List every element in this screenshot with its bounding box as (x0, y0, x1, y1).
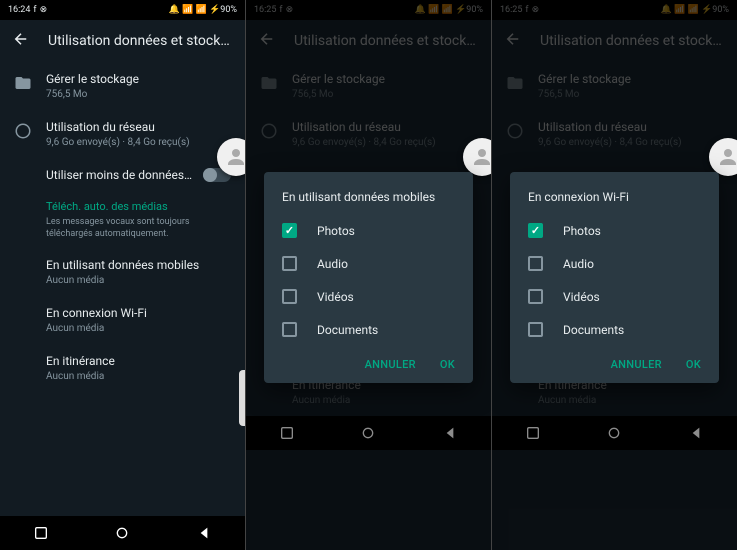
back-icon[interactable] (12, 30, 30, 52)
phone-screen-3: 16:25 f ⊗ 🔔 📶 📶 ⚡90% Utilisation données… (492, 0, 737, 550)
cancel-button[interactable]: ANNULER (611, 358, 662, 371)
check-label: Photos (317, 224, 355, 238)
folder-icon (14, 74, 32, 92)
section-title: Téléch. auto. des médias (0, 192, 245, 217)
option-audio[interactable]: Audio (510, 247, 719, 280)
option-videos[interactable]: Vidéos (510, 280, 719, 313)
check-label: Vidéos (563, 290, 600, 304)
recent-button[interactable] (30, 522, 52, 544)
android-navbar (0, 516, 245, 550)
edge-tab[interactable] (239, 370, 245, 426)
check-label: Audio (563, 257, 594, 271)
status-extra-icon: ⊗ (40, 5, 48, 15)
row-title: Utiliser moins de données… (46, 168, 192, 182)
ok-button[interactable]: OK (686, 358, 701, 371)
row-sub: Aucun média (46, 323, 231, 334)
check-label: Photos (563, 224, 601, 238)
checkbox[interactable] (282, 223, 297, 238)
row-title: En connexion Wi-Fi (46, 306, 231, 320)
check-label: Audio (317, 257, 348, 271)
manage-storage-row[interactable]: Gérer le stockage 756,5 Mo (0, 62, 245, 110)
checkbox[interactable] (282, 256, 297, 271)
phone-screen-2: 16:25 f ⊗ 🔔 📶 📶 ⚡90% Utilisation données… (246, 0, 492, 550)
mobile-data-dialog: En utilisant données mobiles Photos Audi… (264, 172, 473, 383)
check-label: Documents (317, 323, 378, 337)
wifi-row[interactable]: En connexion Wi-Fi Aucun média (0, 296, 245, 344)
option-photos[interactable]: Photos (510, 214, 719, 247)
check-label: Vidéos (317, 290, 354, 304)
row-title: En utilisant données mobiles (46, 258, 231, 272)
facebook-icon: f (33, 5, 36, 15)
app-header: Utilisation données et stock… (0, 20, 245, 62)
checkbox[interactable] (282, 322, 297, 337)
checkbox[interactable] (528, 223, 543, 238)
roaming-row[interactable]: En itinérance Aucun média (0, 344, 245, 392)
checkbox[interactable] (282, 289, 297, 304)
less-data-row[interactable]: Utiliser moins de données… (0, 158, 245, 192)
status-bar: 16:24 f ⊗ 🔔 📶 📶 ⚡90% (0, 0, 245, 20)
checkbox[interactable] (528, 322, 543, 337)
phone-screen-1: 16:24 f ⊗ 🔔 📶 📶 ⚡90% Utilisation données… (0, 0, 246, 550)
network-icon (14, 122, 32, 140)
status-time: 16:24 (8, 5, 30, 15)
mobile-data-row[interactable]: En utilisant données mobiles Aucun média (0, 248, 245, 296)
row-title: Gérer le stockage (46, 72, 231, 86)
wifi-dialog: En connexion Wi-Fi Photos Audio Vidéos D… (510, 172, 719, 383)
option-photos[interactable]: Photos (264, 214, 473, 247)
status-icons: 🔔 📶 📶 ⚡90% (169, 5, 237, 15)
option-videos[interactable]: Vidéos (264, 280, 473, 313)
option-documents[interactable]: Documents (510, 313, 719, 346)
home-button[interactable] (111, 522, 133, 544)
page-title: Utilisation données et stock… (48, 33, 230, 49)
ok-button[interactable]: OK (440, 358, 455, 371)
option-documents[interactable]: Documents (264, 313, 473, 346)
settings-content: Gérer le stockage 756,5 Mo Utilisation d… (0, 62, 245, 516)
cancel-button[interactable]: ANNULER (365, 358, 416, 371)
row-title: Utilisation du réseau (46, 120, 231, 134)
check-label: Documents (563, 323, 624, 337)
network-usage-row[interactable]: Utilisation du réseau 9,6 Go envoyé(s) ·… (0, 110, 245, 158)
section-desc: Les messages vocaux sont toujours téléch… (0, 217, 245, 248)
row-sub: 9,6 Go envoyé(s) · 8,4 Go reçu(s) (46, 137, 231, 148)
checkbox[interactable] (528, 289, 543, 304)
option-audio[interactable]: Audio (264, 247, 473, 280)
dialog-title: En utilisant données mobiles (264, 186, 473, 214)
checkbox[interactable] (528, 256, 543, 271)
row-sub: 756,5 Mo (46, 89, 231, 100)
dialog-title: En connexion Wi-Fi (510, 186, 719, 214)
back-button[interactable] (193, 522, 215, 544)
row-sub: Aucun média (46, 371, 231, 382)
row-title: En itinérance (46, 354, 231, 368)
row-sub: Aucun média (46, 275, 231, 286)
